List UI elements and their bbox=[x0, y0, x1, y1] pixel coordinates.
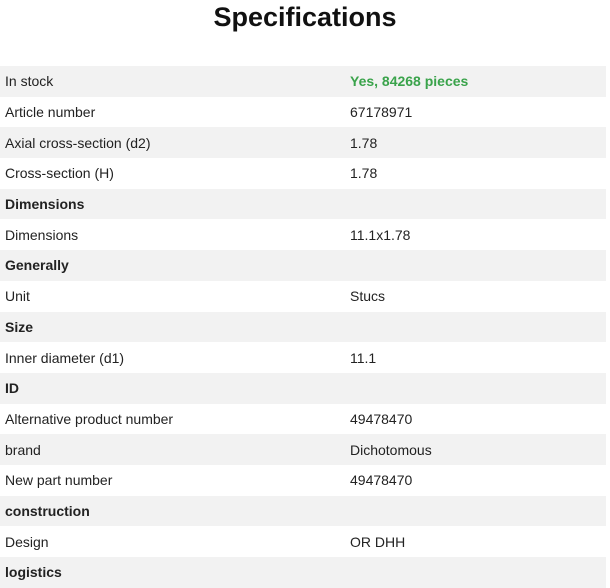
spec-row-axial-cross-section: Axial cross-section (d2) 1.78 bbox=[0, 127, 606, 159]
spec-row-alternative-product-number: Alternative product number 49478470 bbox=[0, 404, 606, 435]
spec-label: Unit bbox=[5, 288, 30, 305]
spec-row-article-number: Article number 67178971 bbox=[0, 97, 606, 128]
spec-value: OR DHH bbox=[350, 533, 406, 550]
spec-section-id: ID bbox=[0, 372, 606, 404]
spec-label: brand bbox=[5, 441, 41, 458]
spec-value: 49478470 bbox=[350, 472, 413, 489]
spec-label: Alternative product number bbox=[5, 410, 174, 427]
spec-row-cross-section-h: Cross-section (H) 1.78 bbox=[0, 158, 606, 189]
spec-section-dimensions: Dimensions bbox=[0, 188, 606, 220]
section-heading: ID bbox=[5, 380, 19, 397]
spec-value: 67178971 bbox=[350, 104, 413, 121]
section-heading: Size bbox=[5, 318, 34, 335]
spec-label: In stock bbox=[5, 73, 54, 90]
spec-row-inner-diameter: Inner diameter (d1) 11.1 bbox=[0, 342, 606, 373]
spec-value: Stucs bbox=[350, 288, 386, 305]
spec-section-size: Size bbox=[0, 311, 606, 343]
spec-row-unit: Unit Stucs bbox=[0, 281, 606, 312]
spec-value: 1.78 bbox=[350, 165, 378, 182]
spec-section-generally: Generally bbox=[0, 250, 606, 281]
specifications-table: In stock Yes, 84268 pieces Article numbe… bbox=[0, 66, 606, 588]
section-heading: Generally bbox=[5, 257, 69, 274]
spec-row-design: Design OR DHH bbox=[0, 526, 606, 557]
spec-row-new-part-number: New part number 49478470 bbox=[0, 465, 606, 496]
spec-label: Cross-section (H) bbox=[5, 165, 114, 182]
spec-row-brand: brand Dichotomous bbox=[0, 434, 606, 465]
spec-value: 49478470 bbox=[350, 410, 413, 427]
spec-label: Article number bbox=[5, 104, 96, 121]
page-title: Specifications bbox=[213, 2, 397, 32]
spec-value: 1.78 bbox=[350, 134, 378, 151]
spec-label: Axial cross-section (d2) bbox=[5, 134, 151, 151]
spec-label: New part number bbox=[5, 472, 113, 489]
section-heading: Dimensions bbox=[5, 196, 85, 213]
spec-label: Design bbox=[5, 533, 49, 550]
spec-row-dimensions: Dimensions 11.1x1.78 bbox=[0, 219, 606, 250]
stock-status-value: Yes, 84268 pieces bbox=[350, 73, 469, 90]
spec-value: 11.1 bbox=[350, 349, 377, 366]
spec-label: Inner diameter (d1) bbox=[5, 349, 125, 366]
section-heading: logistics bbox=[5, 564, 62, 581]
spec-section-construction: construction bbox=[0, 495, 606, 527]
spec-section-logistics: logistics bbox=[0, 557, 606, 588]
spec-row-in-stock: In stock Yes, 84268 pieces bbox=[0, 66, 606, 97]
spec-value: 11.1x1.78 bbox=[350, 226, 411, 243]
spec-label: Dimensions bbox=[5, 226, 79, 243]
spec-value: Dichotomous bbox=[350, 441, 432, 458]
section-heading: construction bbox=[5, 502, 90, 519]
